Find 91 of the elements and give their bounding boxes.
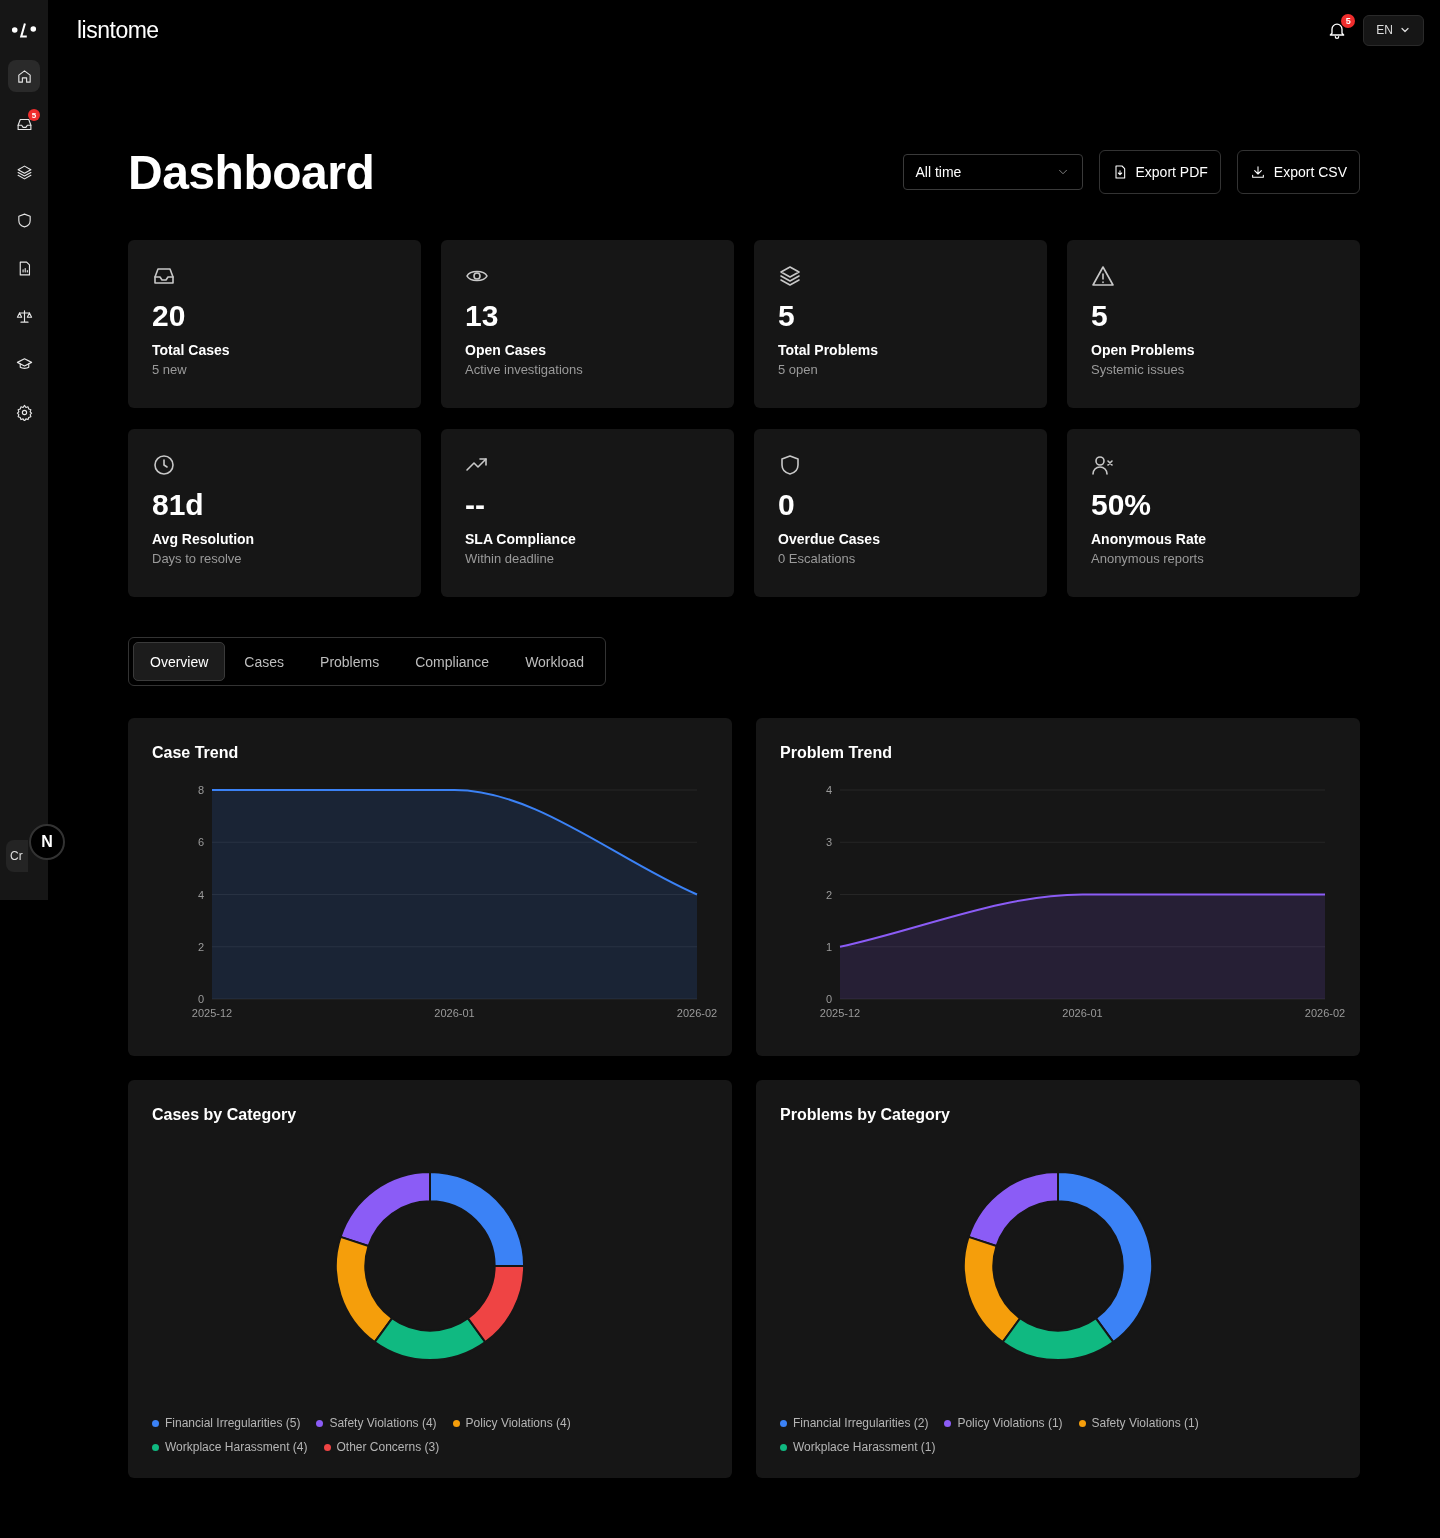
stat-value: -- <box>465 487 485 523</box>
stat-label: Total Cases <box>152 342 230 358</box>
legend-label: Policy Violations (4) <box>465 1416 571 1430</box>
layers-icon <box>778 264 802 288</box>
stat-caption: Within deadline <box>465 551 554 566</box>
axis-label: 8 <box>197 784 204 796</box>
axis-label: 6 <box>197 836 204 849</box>
chart-title: Cases by Category <box>152 1105 298 1125</box>
stat-value: 20 <box>152 298 186 334</box>
dev-tools-button[interactable]: N <box>29 824 65 860</box>
axis-label: 2026-01 <box>434 1007 475 1019</box>
legend-dot <box>780 1419 787 1427</box>
legend-dot <box>152 1419 159 1427</box>
legend-dot <box>1078 1419 1086 1427</box>
axis-label: 2 <box>197 940 204 953</box>
stat-caption: 5 open <box>778 362 818 377</box>
stat-value: 81d <box>152 487 204 523</box>
notification-badge: 5 <box>28 109 40 121</box>
logo-icon <box>11 20 37 40</box>
axis-label: 2026-02 <box>1304 1007 1346 1019</box>
tab[interactable]: Problems <box>303 642 397 681</box>
legend-label: Policy Violations (1) <box>957 1416 1063 1430</box>
legend-dot <box>452 1419 460 1427</box>
legend-label: Financial Irregularities (5) <box>165 1416 301 1430</box>
stat-label: Open Cases <box>465 342 546 358</box>
axis-label: 2026-02 <box>676 1007 718 1019</box>
axis-label: 1 <box>825 940 832 953</box>
chart-title: Problems by Category <box>780 1105 951 1125</box>
stat-label: Total Problems <box>778 342 879 358</box>
layers-icon <box>15 163 33 181</box>
stat-value: 13 <box>465 298 499 334</box>
legend-label: Financial Irregularities (2) <box>793 1416 929 1430</box>
axis-label: 2025-12 <box>819 1007 861 1019</box>
stat-label: Open Problems <box>1091 342 1195 358</box>
shield-icon <box>778 453 802 477</box>
stat-label: SLA Compliance <box>465 531 576 547</box>
export-button[interactable]: Export CSV <box>1236 150 1360 194</box>
user-remove-icon <box>1091 453 1115 477</box>
legend-label: Workplace Harassment (4) <box>165 1440 308 1454</box>
axis-label: 4 <box>825 784 832 796</box>
legend-dot <box>323 1443 331 1451</box>
legend-label: Workplace Harassment (1) <box>793 1440 936 1454</box>
legend-dot <box>152 1443 159 1451</box>
export-button[interactable]: Export PDF <box>1098 150 1221 194</box>
legend-dot <box>780 1443 787 1451</box>
axis-label: 4 <box>197 888 204 901</box>
download-icon <box>1249 164 1266 180</box>
stat-caption: Active investigations <box>465 362 583 377</box>
clock-icon <box>152 453 176 477</box>
notification-badge: 5 <box>1341 14 1356 28</box>
stat-value: 5 <box>1091 298 1108 334</box>
warning-icon <box>1091 264 1115 288</box>
page-title: Dashboard <box>128 144 375 200</box>
tab[interactable]: Overview <box>133 642 226 681</box>
axis-label: 2025-12 <box>191 1007 233 1019</box>
stat-value: 0 <box>778 487 795 523</box>
axis-label: 3 <box>825 836 832 849</box>
stat-caption: 5 new <box>152 362 187 377</box>
stat-caption: Anonymous reports <box>1091 551 1204 566</box>
tab[interactable]: Workload <box>508 642 601 681</box>
axis-label: 2026-01 <box>1062 1007 1103 1019</box>
stat-caption: Days to resolve <box>152 551 242 566</box>
legend-label: Safety Violations (4) <box>329 1416 437 1430</box>
tab[interactable]: Cases <box>227 642 302 681</box>
stat-label: Overdue Cases <box>778 531 880 547</box>
axis-label: 0 <box>197 993 204 1005</box>
settings-icon <box>15 403 33 421</box>
tab[interactable]: Compliance <box>398 642 507 681</box>
sidebar-item[interactable] <box>8 60 40 92</box>
legend-dot <box>944 1419 952 1427</box>
period-select[interactable]: All time <box>902 154 1083 190</box>
chart-title: Problem Trend <box>780 743 894 763</box>
home-icon <box>15 67 33 85</box>
language-select[interactable]: EN <box>1363 14 1424 46</box>
axis-label: 2 <box>825 888 832 901</box>
legend-label: Safety Violations (1) <box>1091 1416 1199 1430</box>
stat-caption: Systemic issues <box>1091 362 1185 377</box>
axis-label: 0 <box>825 993 832 1005</box>
stat-label: Avg Resolution <box>152 531 255 547</box>
shield-icon <box>15 211 33 229</box>
legend-dot <box>316 1419 324 1427</box>
stat-caption: 0 Escalations <box>778 551 856 566</box>
stat-label: Anonymous Rate <box>1091 531 1207 547</box>
sidebar-button[interactable]: Cr <box>6 840 28 872</box>
chart-title: Case Trend <box>152 743 240 763</box>
scale-icon <box>15 307 33 325</box>
stat-value: 50% <box>1091 487 1152 523</box>
stat-value: 5 <box>778 298 795 334</box>
sidebar-item[interactable]: 5 <box>8 108 40 140</box>
brand-name: lisntome <box>77 16 159 44</box>
legend-label: Other Concerns (3) <box>336 1440 440 1454</box>
